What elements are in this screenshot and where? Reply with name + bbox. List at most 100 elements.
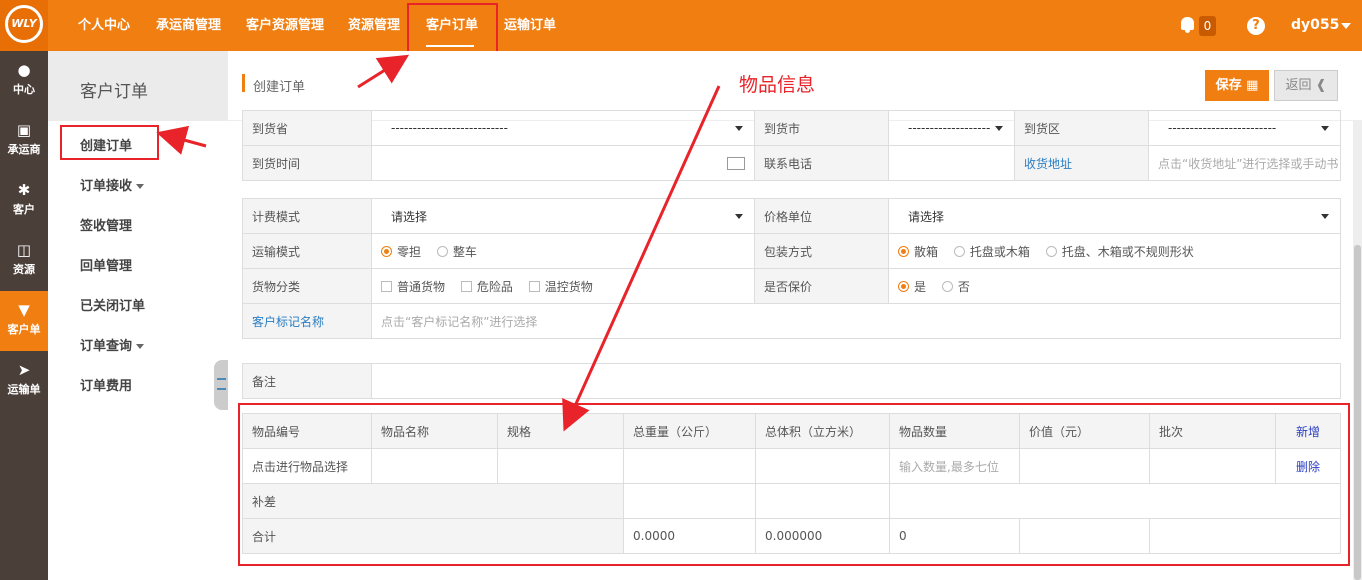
phone-input[interactable] <box>888 145 1015 181</box>
address-link[interactable]: 收货地址 <box>1014 145 1149 181</box>
save-label: 保存 <box>1215 78 1242 93</box>
transport-mode-radios: 零担 整车 <box>371 233 755 269</box>
sub-item-order-receive[interactable]: 订单接收 <box>80 175 145 194</box>
back-button[interactable]: 返回 ❰ <box>1274 70 1338 101</box>
field-label: 是否保价 <box>754 268 889 304</box>
radio-icon <box>436 245 448 257</box>
radio-label: 托盘或木箱 <box>969 244 1030 259</box>
nav-customer-resource[interactable]: 客户资源管理 <box>246 0 324 51</box>
chevron-down-icon <box>136 184 145 189</box>
fee-mode-select[interactable]: 请选择 <box>371 198 755 234</box>
annotation-label: 物品信息 <box>739 74 816 96</box>
rail-label: 中心 <box>13 83 35 96</box>
logo-mark: WLY <box>5 5 43 43</box>
rail-item-customer-order[interactable]: ▼ 客户单 <box>0 291 48 351</box>
field-label: 联系电话 <box>754 145 889 181</box>
radio-ftl[interactable]: 整车 <box>436 244 477 259</box>
insure-radios: 是 否 <box>888 268 1341 304</box>
radio-icon <box>953 245 965 257</box>
check-label: 危险品 <box>476 279 513 294</box>
radio-icon <box>941 280 953 292</box>
radio-ltl[interactable]: 零担 <box>381 245 421 259</box>
radio-loose-box[interactable]: 散箱 <box>898 245 938 259</box>
sub-item-order-fees[interactable]: 订单费用 <box>80 375 132 394</box>
logo[interactable]: WLY <box>0 0 48 51</box>
list-icon <box>217 378 226 390</box>
sub-item-order-query[interactable]: 订单查询 <box>80 335 145 354</box>
calendar-icon[interactable] <box>727 157 745 170</box>
province-select[interactable]: --------------------------- <box>371 110 755 146</box>
nav-transport-orders[interactable]: 运输订单 <box>504 0 556 51</box>
radio-label: 是 <box>914 279 927 294</box>
radio-label: 整车 <box>452 244 477 259</box>
cargo-form: 计费模式 请选择 价格单位 请选择 运输模式 零担 整车 包装方式 散箱 托盘或… <box>242 198 1341 339</box>
check-temp-control[interactable]: 温控货物 <box>528 280 593 294</box>
customer-mark-input[interactable]: 点击“客户标记名称”进行选择 <box>371 303 1341 339</box>
chevron-down-icon[interactable] <box>1341 23 1351 29</box>
field-label: 计费模式 <box>242 198 372 234</box>
rail-item-center[interactable]: ● 中心 <box>0 51 48 111</box>
address-input[interactable]: 点击“收货地址”进行选择或手动书 <box>1148 145 1341 181</box>
radio-insure-yes[interactable]: 是 <box>898 280 926 294</box>
rail-item-carrier[interactable]: ▣ 承运商 <box>0 111 48 171</box>
field-label: 到货区 <box>1014 110 1149 146</box>
collapse-sidebar-toggle[interactable] <box>214 360 228 410</box>
customer-mark-link[interactable]: 客户标记名称 <box>242 303 372 339</box>
scrollbar-thumb[interactable] <box>1354 245 1361 580</box>
user-menu[interactable]: dy055 <box>1291 0 1339 51</box>
left-rail: ● 中心 ▣ 承运商 ✱ 客户 ◫ 资源 ▼ 客户单 ➤ 运输单 <box>0 51 48 580</box>
chevron-down-icon <box>136 344 145 349</box>
rail-label: 承运商 <box>7 143 41 156</box>
radio-label: 零担 <box>397 244 422 259</box>
check-label: 普通货物 <box>397 279 446 294</box>
radio-irregular[interactable]: 托盘、木箱或不规则形状 <box>1045 245 1194 259</box>
field-label: 到货时间 <box>242 145 372 181</box>
sub-menu-title: 客户订单 <box>80 82 148 102</box>
page-title: 创建订单 <box>253 80 306 95</box>
folder-icon: ◫ <box>16 241 32 259</box>
sub-item-sign-management[interactable]: 签收管理 <box>80 215 132 234</box>
price-unit-select[interactable]: 请选择 <box>888 198 1341 234</box>
check-dangerous-goods[interactable]: 危险品 <box>460 279 513 294</box>
help-icon[interactable]: ? <box>1247 17 1265 35</box>
field-label: 货物分类 <box>242 268 372 304</box>
select-value: 请选择 <box>391 209 428 224</box>
rail-item-customer[interactable]: ✱ 客户 <box>0 171 48 231</box>
select-value: ------------------------- <box>1168 121 1277 135</box>
check-normal-goods[interactable]: 普通货物 <box>381 280 445 294</box>
rail-label: 客户 <box>13 203 35 216</box>
bell-icon[interactable] <box>1181 17 1194 33</box>
address-form: 到货省 --------------------------- 到货市 ----… <box>242 110 1341 181</box>
cart-icon: ▼ <box>18 301 30 319</box>
field-label: 备注 <box>242 363 372 399</box>
sub-item-receipt-management[interactable]: 回单管理 <box>80 255 132 274</box>
title-accent-bar <box>242 74 245 92</box>
nav-resource-management[interactable]: 资源管理 <box>348 0 400 51</box>
packing-radios: 散箱 托盘或木箱 托盘、木箱或不规则形状 <box>888 233 1341 269</box>
annotation-box-nav <box>407 3 498 56</box>
rail-item-transport[interactable]: ➤ 运输单 <box>0 351 48 411</box>
radio-insure-no[interactable]: 否 <box>941 279 970 294</box>
sub-menu-header: 客户订单 <box>48 51 228 121</box>
city-select[interactable]: ------------------- <box>888 110 1015 146</box>
back-label: 返回 <box>1285 78 1312 93</box>
district-select[interactable]: ------------------------- <box>1148 110 1341 146</box>
select-value: --------------------------- <box>391 121 508 135</box>
remark-input[interactable] <box>371 363 1341 399</box>
notification-badge[interactable]: 0 <box>1199 16 1216 36</box>
save-button[interactable]: 保存 ▦ <box>1205 70 1269 101</box>
chevron-down-icon <box>995 125 1003 131</box>
nav-carrier-management[interactable]: 承运商管理 <box>156 0 221 51</box>
radio-label: 否 <box>957 279 970 294</box>
top-navbar: WLY 个人中心 承运商管理 客户资源管理 资源管理 客户订单 运输订单 0 ?… <box>0 0 1362 51</box>
field-label: 包装方式 <box>754 233 889 269</box>
sub-item-closed-orders[interactable]: 已关闭订单 <box>80 295 145 314</box>
arrival-time-input[interactable] <box>371 145 755 181</box>
rail-item-resource[interactable]: ◫ 资源 <box>0 231 48 291</box>
sub-item-label: 订单接收 <box>80 179 133 194</box>
field-label: 运输模式 <box>242 233 372 269</box>
sub-item-label: 订单查询 <box>80 339 133 354</box>
nav-personal-center[interactable]: 个人中心 <box>78 0 130 51</box>
remark-form: 备注 <box>242 363 1341 399</box>
radio-pallet[interactable]: 托盘或木箱 <box>953 244 1030 259</box>
